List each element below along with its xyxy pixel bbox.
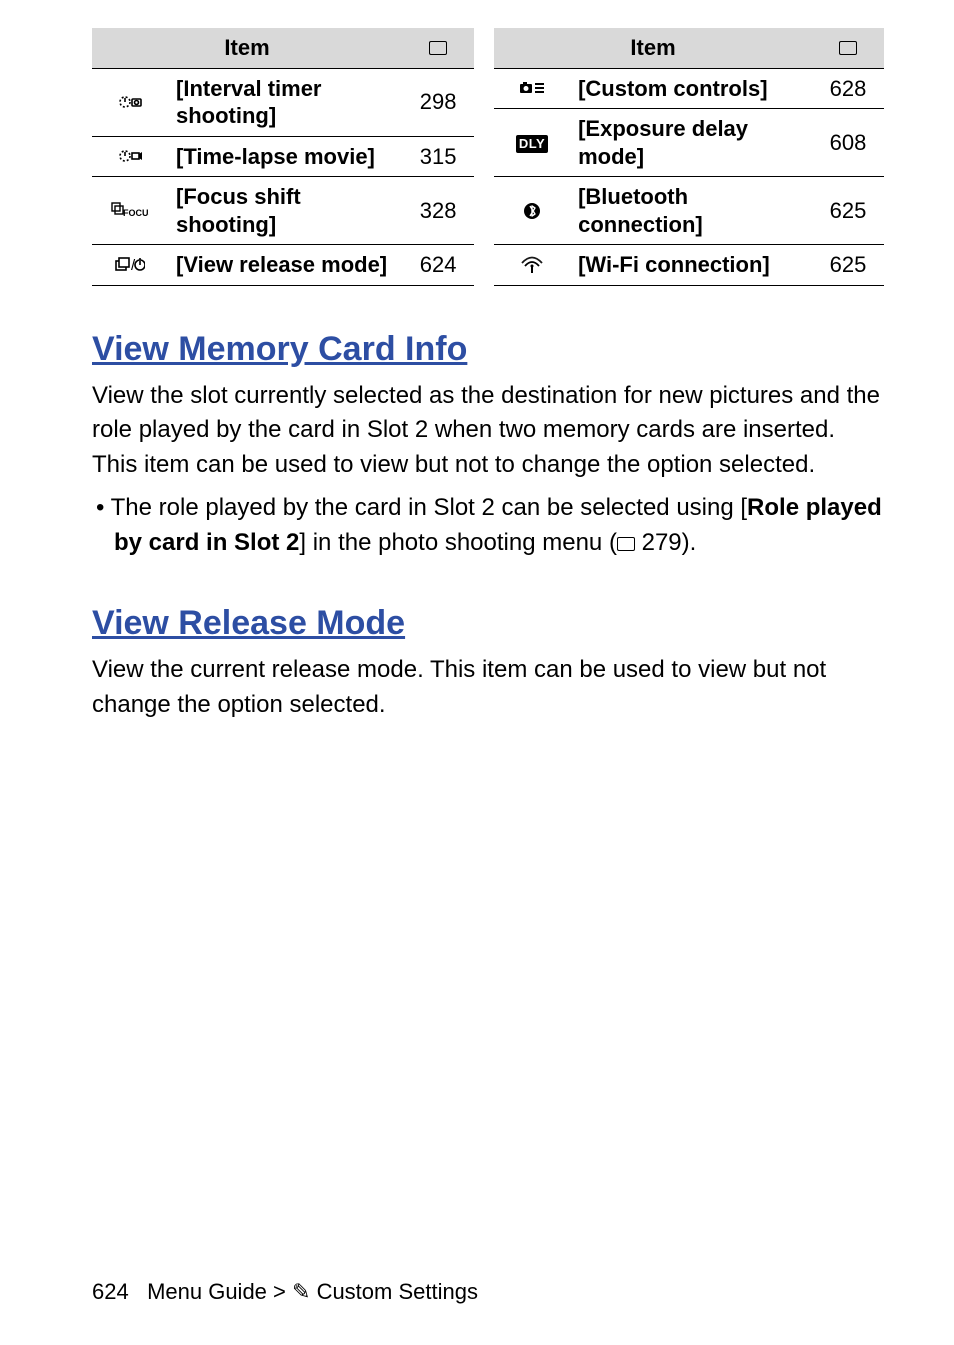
svg-text:FOCUS: FOCUS — [123, 208, 149, 218]
table-cell: [Wi-Fi connection] — [570, 245, 812, 286]
bullet-item: • The role played by the card in Slot 2 … — [92, 491, 884, 561]
table-cell: 628 — [812, 68, 884, 109]
table-cell: 608 — [812, 109, 884, 177]
table-cell: 298 — [402, 68, 474, 136]
table-cell: [Exposure delay mode] — [570, 109, 812, 177]
paragraph: View the current release mode. This item… — [92, 653, 884, 723]
book-icon — [839, 41, 857, 55]
timelapse-icon — [92, 136, 168, 177]
table-header-page-icon — [402, 28, 474, 68]
book-icon — [617, 537, 635, 551]
paragraph: View the slot currently selected as the … — [92, 379, 884, 483]
tables-container: Item [Interval timer shooting] 298 [Time… — [92, 28, 884, 286]
interval-timer-icon — [92, 68, 168, 136]
table-cell: [Focus shift shooting] — [168, 177, 402, 245]
pencil-icon: ✎ — [292, 1279, 310, 1305]
breadcrumb: Menu Guide — [147, 1279, 267, 1304]
table-cell: [Custom controls] — [570, 68, 812, 109]
table-cell: [Time-lapse movie] — [168, 136, 402, 177]
bullet-page-ref: 279). — [635, 529, 696, 556]
table-cell: [View release mode] — [168, 245, 402, 286]
dly-badge: DLY — [516, 135, 548, 153]
focus-shift-icon: FOCUS — [92, 177, 168, 245]
bluetooth-icon — [494, 177, 570, 245]
bullet-text: • The role played by the card in Slot 2 … — [96, 494, 747, 521]
page-number: 624 — [92, 1279, 129, 1304]
table-cell: [Interval timer shooting] — [168, 68, 402, 136]
item-table-left: Item [Interval timer shooting] 298 [Time… — [92, 28, 474, 286]
custom-controls-icon — [494, 68, 570, 109]
table-header-page-icon — [812, 28, 884, 68]
table-header-item: Item — [494, 28, 812, 68]
bullet-text: ] in the photo shooting menu ( — [299, 529, 617, 556]
book-icon — [429, 41, 447, 55]
table-cell: 625 — [812, 245, 884, 286]
exposure-delay-icon: DLY — [494, 109, 570, 177]
item-table-right: Item [Custom controls] 628 DLY [Exposure… — [494, 28, 884, 286]
table-cell: [Bluetooth connection] — [570, 177, 812, 245]
page-footer: 624 Menu Guide > ✎ Custom Settings — [92, 1279, 478, 1305]
table-cell: 328 — [402, 177, 474, 245]
table-header-item: Item — [92, 28, 402, 68]
table-cell: 625 — [812, 177, 884, 245]
heading-release-mode: View Release Mode — [92, 604, 884, 643]
breadcrumb: Custom Settings — [317, 1279, 478, 1304]
table-cell: 315 — [402, 136, 474, 177]
release-mode-icon: / — [92, 245, 168, 286]
table-cell: 624 — [402, 245, 474, 286]
heading-memory-card: View Memory Card Info — [92, 330, 884, 369]
wifi-icon — [494, 245, 570, 286]
